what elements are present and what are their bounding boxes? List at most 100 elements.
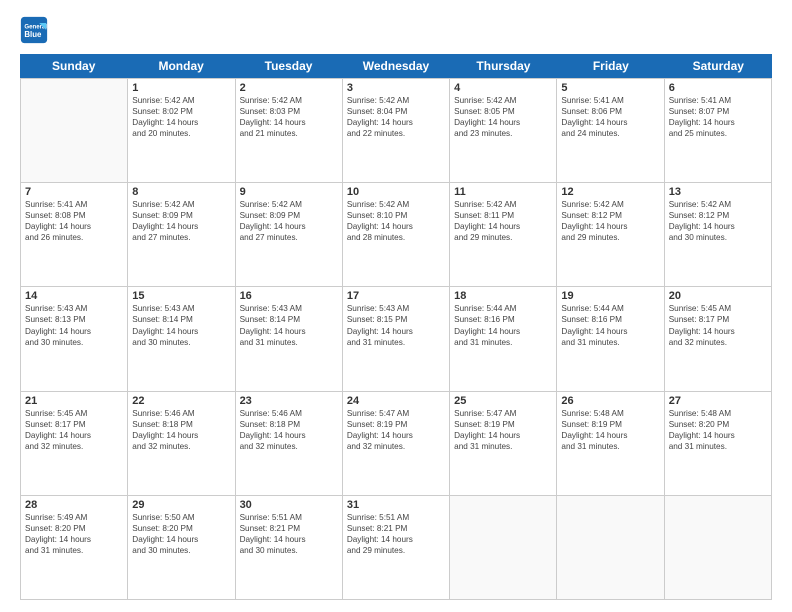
day-number: 4 <box>454 82 552 94</box>
page: General Blue SundayMondayTuesdayWednesda… <box>0 0 792 612</box>
cell-info-line: Daylight: 14 hours <box>240 326 338 337</box>
cell-info-line: and 30 minutes. <box>132 545 230 556</box>
calendar-cell: 6Sunrise: 5:41 AMSunset: 8:07 PMDaylight… <box>665 79 772 182</box>
cell-info-line: Daylight: 14 hours <box>669 326 767 337</box>
cell-info-line: and 30 minutes. <box>240 545 338 556</box>
cell-info-line: and 29 minutes. <box>454 232 552 243</box>
cell-info-line: Daylight: 14 hours <box>347 326 445 337</box>
cell-info-line: Sunset: 8:05 PM <box>454 106 552 117</box>
calendar-cell: 13Sunrise: 5:42 AMSunset: 8:12 PMDayligh… <box>665 183 772 286</box>
calendar-cell <box>665 496 772 599</box>
calendar-cell: 21Sunrise: 5:45 AMSunset: 8:17 PMDayligh… <box>21 392 128 495</box>
cell-info-line: and 32 minutes. <box>25 441 123 452</box>
calendar-cell: 22Sunrise: 5:46 AMSunset: 8:18 PMDayligh… <box>128 392 235 495</box>
day-number: 26 <box>561 395 659 407</box>
cell-info-line: and 23 minutes. <box>454 128 552 139</box>
calendar-row-1: 1Sunrise: 5:42 AMSunset: 8:02 PMDaylight… <box>21 78 772 182</box>
header-day-friday: Friday <box>557 54 664 78</box>
cell-info-line: Sunset: 8:08 PM <box>25 210 123 221</box>
cell-info-line: Sunrise: 5:46 AM <box>240 408 338 419</box>
day-number: 1 <box>132 82 230 94</box>
cell-info-line: Daylight: 14 hours <box>240 430 338 441</box>
cell-info-line: Sunrise: 5:41 AM <box>669 95 767 106</box>
day-number: 21 <box>25 395 123 407</box>
header-day-thursday: Thursday <box>450 54 557 78</box>
header-day-tuesday: Tuesday <box>235 54 342 78</box>
svg-text:Blue: Blue <box>24 30 42 39</box>
cell-info-line: Sunrise: 5:43 AM <box>240 303 338 314</box>
cell-info-line: and 32 minutes. <box>240 441 338 452</box>
calendar-cell: 7Sunrise: 5:41 AMSunset: 8:08 PMDaylight… <box>21 183 128 286</box>
cell-info-line: Sunrise: 5:47 AM <box>454 408 552 419</box>
cell-info-line: Sunset: 8:16 PM <box>454 314 552 325</box>
cell-info-line: Sunset: 8:20 PM <box>669 419 767 430</box>
day-number: 24 <box>347 395 445 407</box>
cell-info-line: Sunset: 8:17 PM <box>669 314 767 325</box>
cell-info-line: Sunset: 8:12 PM <box>561 210 659 221</box>
cell-info-line: and 20 minutes. <box>132 128 230 139</box>
calendar-cell: 1Sunrise: 5:42 AMSunset: 8:02 PMDaylight… <box>128 79 235 182</box>
day-number: 8 <box>132 186 230 198</box>
calendar-cell <box>21 79 128 182</box>
calendar-cell: 15Sunrise: 5:43 AMSunset: 8:14 PMDayligh… <box>128 287 235 390</box>
calendar-cell: 28Sunrise: 5:49 AMSunset: 8:20 PMDayligh… <box>21 496 128 599</box>
cell-info-line: Sunset: 8:07 PM <box>669 106 767 117</box>
calendar-cell: 8Sunrise: 5:42 AMSunset: 8:09 PMDaylight… <box>128 183 235 286</box>
cell-info-line: and 30 minutes. <box>132 337 230 348</box>
calendar-cell: 10Sunrise: 5:42 AMSunset: 8:10 PMDayligh… <box>343 183 450 286</box>
cell-info-line: Daylight: 14 hours <box>132 221 230 232</box>
cell-info-line: Sunset: 8:19 PM <box>561 419 659 430</box>
calendar-cell: 4Sunrise: 5:42 AMSunset: 8:05 PMDaylight… <box>450 79 557 182</box>
cell-info-line: and 26 minutes. <box>25 232 123 243</box>
day-number: 19 <box>561 290 659 302</box>
cell-info-line: Daylight: 14 hours <box>561 117 659 128</box>
header-day-wednesday: Wednesday <box>342 54 449 78</box>
cell-info-line: Sunrise: 5:43 AM <box>132 303 230 314</box>
calendar-cell: 25Sunrise: 5:47 AMSunset: 8:19 PMDayligh… <box>450 392 557 495</box>
cell-info-line: Daylight: 14 hours <box>240 534 338 545</box>
day-number: 17 <box>347 290 445 302</box>
calendar-row-4: 21Sunrise: 5:45 AMSunset: 8:17 PMDayligh… <box>21 391 772 495</box>
calendar-cell: 5Sunrise: 5:41 AMSunset: 8:06 PMDaylight… <box>557 79 664 182</box>
cell-info-line: Sunrise: 5:44 AM <box>454 303 552 314</box>
cell-info-line: Daylight: 14 hours <box>240 117 338 128</box>
cell-info-line: Sunset: 8:14 PM <box>132 314 230 325</box>
cell-info-line: Sunrise: 5:51 AM <box>347 512 445 523</box>
calendar-cell: 29Sunrise: 5:50 AMSunset: 8:20 PMDayligh… <box>128 496 235 599</box>
day-number: 20 <box>669 290 767 302</box>
calendar-cell: 31Sunrise: 5:51 AMSunset: 8:21 PMDayligh… <box>343 496 450 599</box>
cell-info-line: Sunrise: 5:41 AM <box>25 199 123 210</box>
cell-info-line: Sunset: 8:06 PM <box>561 106 659 117</box>
cell-info-line: Sunrise: 5:48 AM <box>561 408 659 419</box>
calendar-row-5: 28Sunrise: 5:49 AMSunset: 8:20 PMDayligh… <box>21 495 772 599</box>
calendar-cell: 11Sunrise: 5:42 AMSunset: 8:11 PMDayligh… <box>450 183 557 286</box>
cell-info-line: Sunrise: 5:42 AM <box>240 199 338 210</box>
cell-info-line: and 32 minutes. <box>347 441 445 452</box>
calendar-cell: 16Sunrise: 5:43 AMSunset: 8:14 PMDayligh… <box>236 287 343 390</box>
cell-info-line: Daylight: 14 hours <box>561 221 659 232</box>
cell-info-line: Sunset: 8:15 PM <box>347 314 445 325</box>
cell-info-line: and 31 minutes. <box>347 337 445 348</box>
header-day-sunday: Sunday <box>20 54 127 78</box>
calendar-cell: 20Sunrise: 5:45 AMSunset: 8:17 PMDayligh… <box>665 287 772 390</box>
cell-info-line: Daylight: 14 hours <box>669 430 767 441</box>
day-number: 2 <box>240 82 338 94</box>
cell-info-line: Daylight: 14 hours <box>347 117 445 128</box>
cell-info-line: Sunrise: 5:43 AM <box>347 303 445 314</box>
cell-info-line: and 22 minutes. <box>347 128 445 139</box>
cell-info-line: Daylight: 14 hours <box>347 534 445 545</box>
cell-info-line: Daylight: 14 hours <box>561 430 659 441</box>
cell-info-line: Daylight: 14 hours <box>132 534 230 545</box>
day-number: 22 <box>132 395 230 407</box>
cell-info-line: Sunset: 8:02 PM <box>132 106 230 117</box>
cell-info-line: Daylight: 14 hours <box>347 221 445 232</box>
cell-info-line: Sunset: 8:21 PM <box>347 523 445 534</box>
cell-info-line: Daylight: 14 hours <box>454 221 552 232</box>
header-day-saturday: Saturday <box>665 54 772 78</box>
cell-info-line: Sunset: 8:18 PM <box>240 419 338 430</box>
calendar-cell: 12Sunrise: 5:42 AMSunset: 8:12 PMDayligh… <box>557 183 664 286</box>
cell-info-line: Sunset: 8:20 PM <box>132 523 230 534</box>
day-number: 30 <box>240 499 338 511</box>
cell-info-line: Daylight: 14 hours <box>25 430 123 441</box>
day-number: 11 <box>454 186 552 198</box>
